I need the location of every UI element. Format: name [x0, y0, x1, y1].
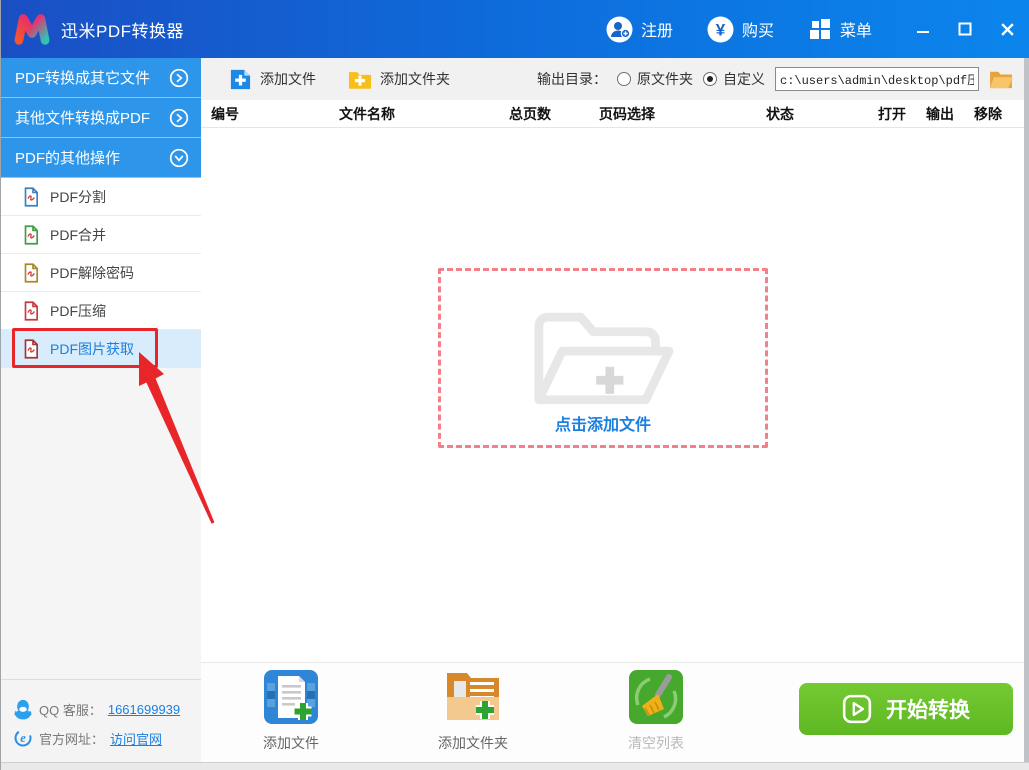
- add-files-dropzone[interactable]: 点击添加文件: [438, 268, 768, 448]
- minimize-icon: [917, 31, 929, 33]
- maximize-icon: [958, 22, 972, 36]
- add-file-label: 添加文件: [260, 71, 316, 87]
- sidebar: PDF转换成其它文件 其他文件转换成PDF PDF的其他操作 PDF分割 PDF…: [1, 58, 201, 762]
- minimize-button[interactable]: [906, 14, 940, 44]
- chevron-right-circle-icon: [169, 108, 189, 127]
- col-header-remove: 移除: [974, 105, 1002, 122]
- col-header-status: 状态: [766, 105, 794, 122]
- sidebar-item-label: PDF合并: [50, 226, 106, 243]
- svg-text:e: e: [20, 731, 26, 745]
- sidebar-item-label: PDF压缩: [50, 302, 106, 319]
- add-folder-icon: [348, 71, 372, 89]
- output-dir-label: 输出目录：: [537, 71, 607, 87]
- col-header-filename: 文件名称: [339, 105, 395, 122]
- app-logo-icon: [14, 14, 50, 45]
- play-icon: [842, 694, 872, 724]
- col-header-index: 编号: [211, 105, 239, 122]
- app-title: 迅米PDF转换器: [61, 21, 184, 41]
- add-folder-big-icon: [447, 673, 499, 720]
- group-label: 其他文件转换成PDF: [15, 110, 151, 127]
- output-dir-group: 输出目录： 原文件夹 自定义: [537, 67, 1013, 91]
- radio-custom-circle[interactable]: [703, 72, 717, 86]
- chevron-right-circle-icon: [169, 68, 189, 87]
- add-file-big-icon: [264, 670, 318, 724]
- col-header-page-select: 页码选择: [599, 105, 655, 122]
- close-button[interactable]: [990, 14, 1024, 44]
- yen-icon: ¥: [707, 16, 734, 42]
- app-window: 迅米PDF转换器 注册 ¥ 购买 菜单 PDF转换成其它文件 其他文件转换成PD…: [0, 0, 1029, 770]
- dropzone-label: 点击添加文件: [554, 417, 651, 434]
- add-file-big-button[interactable]: 添加文件: [226, 669, 356, 753]
- add-folder-button[interactable]: 添加文件夹: [348, 69, 450, 90]
- radio-original-folder-circle[interactable]: [617, 72, 631, 86]
- pdf-file-icon: [23, 186, 40, 207]
- clear-list-big-label: 清空列表: [628, 735, 684, 751]
- sidebar-item-pdf-split[interactable]: PDF分割: [1, 178, 201, 216]
- sidebar-footer: QQ 客服： 1661699939 e 官方网址： 访问官网: [1, 679, 201, 762]
- menu-button[interactable]: 菜单: [808, 17, 872, 41]
- col-header-total-pages: 总页数: [509, 105, 551, 122]
- col-header-output: 输出: [926, 105, 954, 122]
- titlebar: 迅米PDF转换器 注册 ¥ 购买 菜单: [1, 0, 1029, 58]
- file-list-area: 点击添加文件: [201, 128, 1025, 662]
- add-file-icon: [230, 69, 251, 89]
- main-panel: 添加文件 添加文件夹 输出目录： 原文件夹 自定义 c:\users\admin…: [201, 58, 1025, 762]
- official-site-label: 官方网址：: [39, 731, 105, 747]
- maximize-button[interactable]: [948, 14, 982, 44]
- clear-list-big-button[interactable]: 清空列表: [591, 669, 721, 753]
- add-folder-big-button[interactable]: 添加文件夹: [408, 669, 538, 753]
- window-bottom-border: [1, 762, 1029, 770]
- add-file-big-label: 添加文件: [263, 735, 319, 751]
- top-toolbar: 添加文件 添加文件夹 输出目录： 原文件夹 自定义: [201, 58, 1025, 100]
- sidebar-item-pdf-image-extract[interactable]: PDF图片获取: [1, 330, 201, 368]
- output-path-input[interactable]: [775, 67, 979, 91]
- pdf-file-icon: [23, 224, 40, 245]
- group-label: PDF转换成其它文件: [15, 70, 151, 87]
- buy-label: 购买: [741, 23, 774, 40]
- buy-button[interactable]: ¥ 购买: [707, 16, 774, 43]
- sidebar-item-label: PDF图片获取: [50, 340, 134, 357]
- sidebar-group-other-to-pdf[interactable]: 其他文件转换成PDF: [1, 98, 201, 138]
- pdf-file-icon: [23, 262, 40, 283]
- group-label: PDF的其他操作: [15, 150, 121, 167]
- sidebar-group-pdf-to-other[interactable]: PDF转换成其它文件: [1, 58, 201, 98]
- bottom-toolbar: 添加文件 添加文件夹 清空列表 开始转换: [201, 662, 1025, 762]
- pdf-file-icon: [23, 300, 40, 321]
- add-file-button[interactable]: 添加文件: [229, 68, 316, 91]
- start-convert-label: 开始转换: [886, 699, 970, 722]
- radio-original-folder[interactable]: 原文件夹: [617, 69, 693, 89]
- radio-custom-label: 自定义: [723, 71, 765, 87]
- user-plus-icon: [606, 16, 633, 42]
- radio-custom[interactable]: 自定义: [703, 69, 765, 89]
- start-convert-button[interactable]: 开始转换: [799, 683, 1013, 735]
- open-folder-plus-icon: [534, 312, 674, 405]
- register-label: 注册: [640, 23, 673, 40]
- file-table-header: 编号 文件名称 总页数 页码选择 状态 打开 输出 移除: [201, 100, 1025, 128]
- qq-icon: [14, 699, 32, 720]
- sidebar-item-pdf-merge[interactable]: PDF合并: [1, 216, 201, 254]
- official-site-link[interactable]: 访问官网: [110, 729, 162, 748]
- qq-number-link[interactable]: 1661699939: [108, 702, 180, 717]
- add-folder-label: 添加文件夹: [380, 71, 450, 87]
- register-button[interactable]: 注册: [606, 16, 673, 43]
- sidebar-item-pdf-compress[interactable]: PDF压缩: [1, 292, 201, 330]
- sidebar-item-label: PDF分割: [50, 188, 106, 205]
- col-header-open: 打开: [878, 105, 906, 122]
- pdf-file-icon: [23, 338, 40, 359]
- svg-text:¥: ¥: [716, 20, 726, 39]
- menu-label: 菜单: [839, 23, 872, 40]
- grid-menu-icon: [809, 19, 830, 39]
- browse-folder-icon[interactable]: [989, 69, 1013, 89]
- window-right-border: [1024, 58, 1029, 770]
- close-icon: [1000, 22, 1014, 36]
- sidebar-item-label: PDF解除密码: [50, 264, 134, 281]
- qq-service-label: QQ 客服：: [39, 702, 102, 718]
- radio-original-label: 原文件夹: [637, 71, 693, 87]
- ie-browser-icon: e: [14, 729, 32, 747]
- sidebar-item-pdf-remove-password[interactable]: PDF解除密码: [1, 254, 201, 292]
- sidebar-group-pdf-other-ops[interactable]: PDF的其他操作: [1, 138, 201, 178]
- chevron-down-circle-icon: [169, 148, 189, 167]
- clear-list-big-icon: [629, 670, 683, 724]
- add-folder-big-label: 添加文件夹: [438, 735, 508, 751]
